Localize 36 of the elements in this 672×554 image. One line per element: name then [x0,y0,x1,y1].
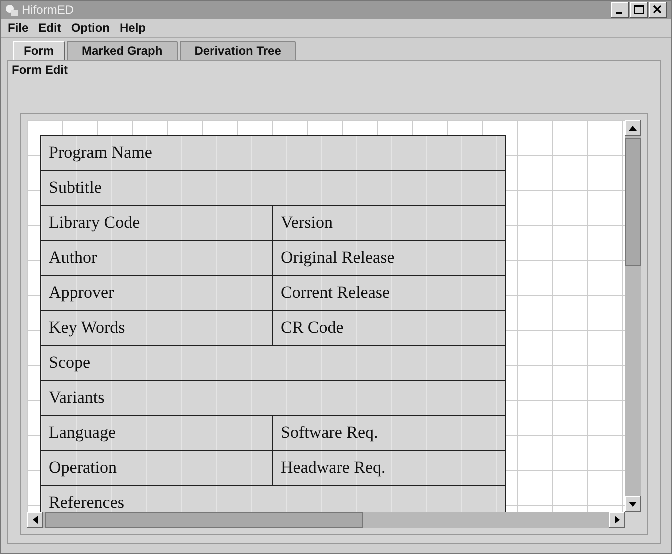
form-field-label[interactable]: Language [41,416,273,450]
form-field-label[interactable]: Library Code [41,206,273,240]
form-field-label[interactable]: Corrent Release [273,276,505,310]
menu-item[interactable]: Edit [34,21,66,35]
form-field-label[interactable]: Author [41,241,273,275]
form-field-label[interactable]: Key Words [41,311,273,345]
form-field-label[interactable]: CR Code [273,311,505,345]
tab[interactable]: Marked Graph [67,41,178,60]
form-field-label[interactable]: Original Release [273,241,505,275]
form-field-label[interactable]: Subtitle [41,171,505,205]
form-field-label[interactable]: Operation [41,451,273,485]
app-icon [5,4,19,16]
vertical-scrollbar[interactable] [625,120,641,512]
form-field-label[interactable]: References [41,486,505,512]
tab[interactable]: Form [13,41,65,60]
maximize-icon[interactable] [630,2,648,18]
tab[interactable]: Derivation Tree [180,41,296,60]
form-field-label[interactable]: Headware Req. [273,451,505,485]
up-arrow-icon[interactable] [629,126,637,130]
form-field-label[interactable]: Software Req. [273,416,505,450]
horizontal-scrollbar[interactable] [27,512,625,528]
menu-item[interactable]: Option [66,21,115,35]
close-icon[interactable] [649,2,667,18]
down-arrow-icon[interactable] [629,502,637,506]
panel-title: Form Edit [11,62,69,79]
form-field-label[interactable]: Program Name [41,136,505,170]
form-field-label[interactable]: Version [273,206,505,240]
window-title: HiformED [22,3,74,17]
form-field-label[interactable]: Approver [41,276,273,310]
form-field-label[interactable]: Scope [41,346,505,380]
minimize-icon[interactable] [611,2,629,18]
menu-item[interactable]: File [3,21,34,35]
right-arrow-icon[interactable] [614,516,620,524]
form-field-label[interactable]: Variants [41,381,505,415]
left-arrow-icon[interactable] [32,516,38,524]
menu-item[interactable]: Help [115,21,152,35]
